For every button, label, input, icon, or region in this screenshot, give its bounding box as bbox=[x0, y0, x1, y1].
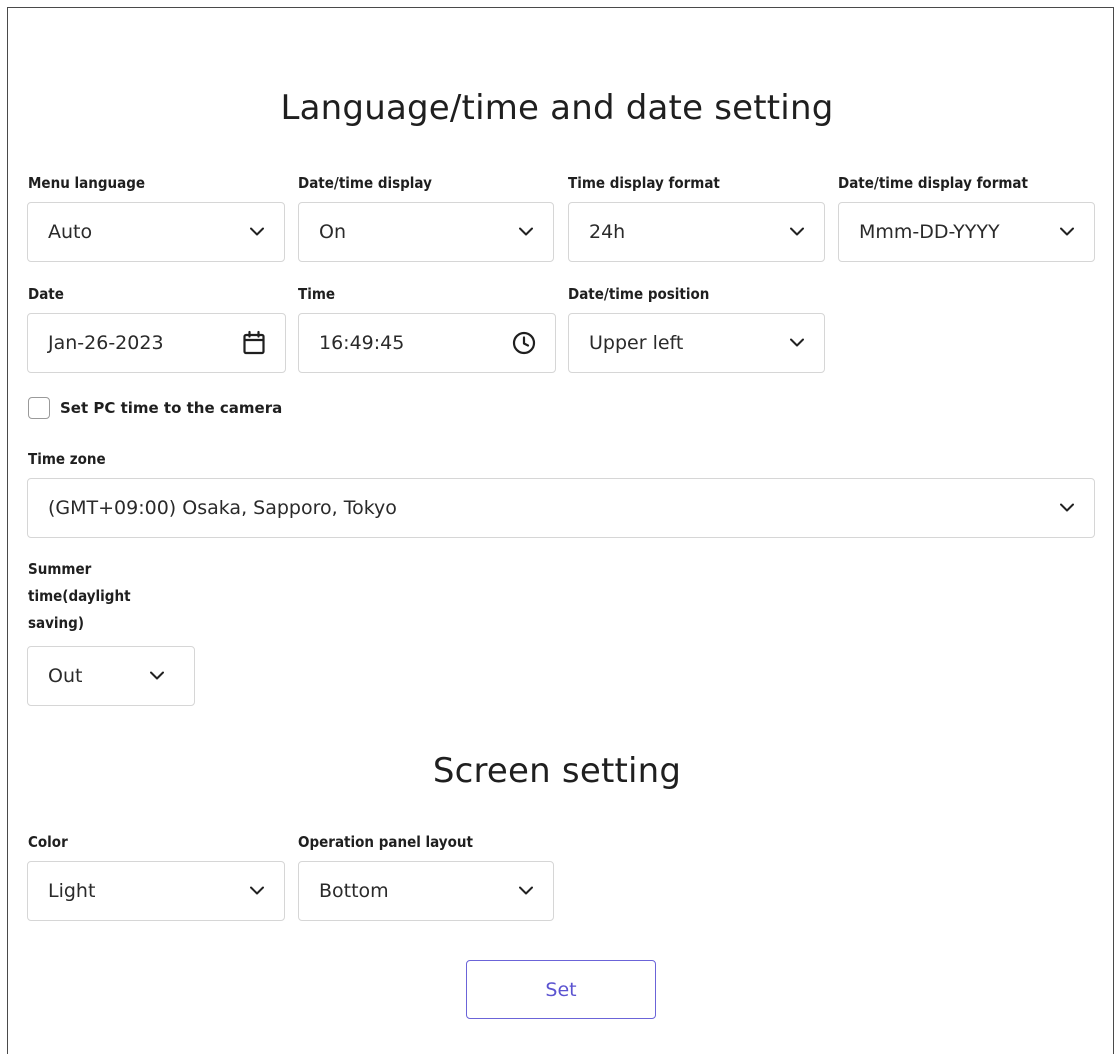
summer-time-label-line1: Summer bbox=[28, 560, 92, 578]
datetime-display-value: On bbox=[319, 221, 346, 243]
time-display-format-label: Time display format bbox=[568, 174, 720, 192]
operation-panel-layout-label: Operation panel layout bbox=[298, 833, 473, 851]
datetime-position-value: Upper left bbox=[589, 332, 684, 354]
language-time-section-title: Language/time and date setting bbox=[280, 88, 834, 128]
time-input[interactable]: 16:49:45 bbox=[298, 313, 556, 373]
datetime-display-format-select[interactable]: Mmm-DD-YYYY bbox=[838, 202, 1095, 262]
summer-time-label-line3: saving) bbox=[28, 614, 84, 632]
menu-language-label: Menu language bbox=[28, 174, 146, 192]
datetime-display-select[interactable]: On bbox=[298, 202, 554, 262]
datetime-position-select[interactable]: Upper left bbox=[568, 313, 825, 373]
set-button[interactable]: Set bbox=[466, 960, 656, 1019]
datetime-display-format-label: Date/time display format bbox=[838, 174, 1028, 192]
color-label: Color bbox=[28, 833, 68, 851]
screen-setting-section-title: Screen setting bbox=[432, 751, 682, 791]
chevron-down-icon bbox=[1060, 227, 1074, 236]
color-select[interactable]: Light bbox=[27, 861, 285, 921]
datetime-display-format-value: Mmm-DD-YYYY bbox=[859, 221, 1000, 243]
chevron-down-icon bbox=[250, 886, 264, 895]
datetime-position-label: Date/time position bbox=[568, 285, 710, 303]
operation-panel-layout-select[interactable]: Bottom bbox=[298, 861, 554, 921]
date-label: Date bbox=[28, 285, 64, 303]
chevron-down-icon bbox=[250, 227, 264, 236]
chevron-down-icon bbox=[790, 338, 804, 347]
date-input[interactable]: Jan-26-2023 bbox=[27, 313, 286, 373]
chevron-down-icon bbox=[519, 227, 533, 236]
time-zone-select[interactable]: (GMT+09:00) Osaka, Sapporo, Tokyo bbox=[27, 478, 1095, 538]
time-display-format-value: 24h bbox=[589, 221, 626, 243]
summer-time-value: Out bbox=[48, 665, 83, 687]
date-value: Jan-26-2023 bbox=[48, 332, 164, 354]
time-label: Time bbox=[298, 285, 336, 303]
operation-panel-layout-value: Bottom bbox=[319, 880, 389, 902]
chevron-down-icon bbox=[519, 886, 533, 895]
datetime-display-label: Date/time display bbox=[298, 174, 432, 192]
clock-icon[interactable] bbox=[511, 330, 537, 356]
time-value: 16:49:45 bbox=[319, 332, 405, 354]
menu-language-select[interactable]: Auto bbox=[27, 202, 285, 262]
set-pc-time-checkbox[interactable] bbox=[28, 397, 50, 419]
time-zone-value: (GMT+09:00) Osaka, Sapporo, Tokyo bbox=[48, 497, 397, 519]
chevron-down-icon bbox=[790, 227, 804, 236]
set-pc-time-option[interactable]: Set PC time to the camera bbox=[28, 396, 282, 420]
set-pc-time-label: Set PC time to the camera bbox=[60, 399, 283, 417]
time-display-format-select[interactable]: 24h bbox=[568, 202, 825, 262]
menu-language-value: Auto bbox=[48, 221, 93, 243]
chevron-down-icon bbox=[1060, 503, 1074, 512]
color-value: Light bbox=[48, 880, 96, 902]
summer-time-select[interactable]: Out bbox=[27, 646, 195, 706]
chevron-down-icon bbox=[150, 671, 164, 680]
summer-time-label-line2: time(daylight bbox=[28, 587, 131, 605]
calendar-icon[interactable] bbox=[241, 330, 267, 356]
time-zone-label: Time zone bbox=[28, 450, 106, 468]
